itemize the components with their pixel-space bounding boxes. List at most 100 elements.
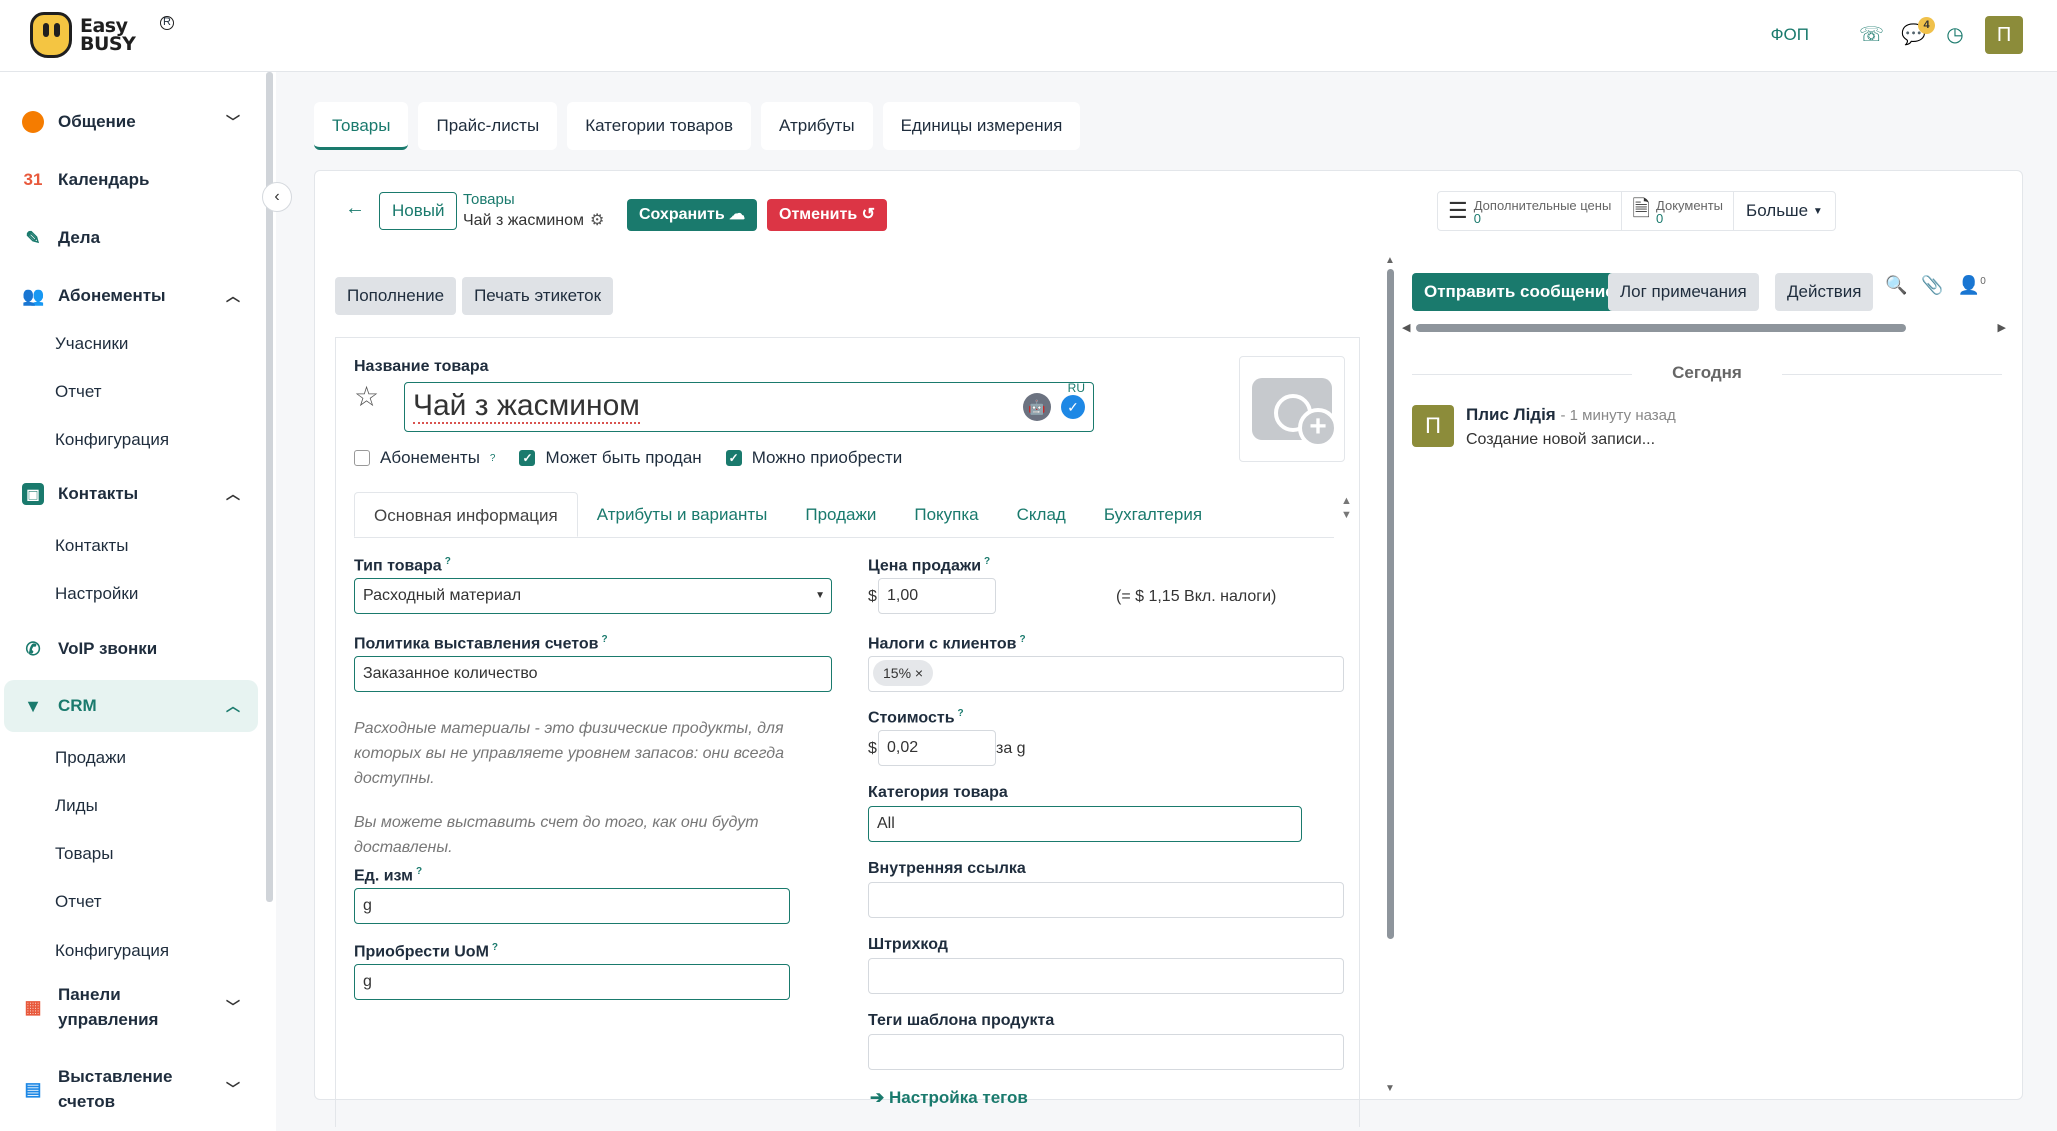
tab-general-info[interactable]: Основная информация: [354, 492, 578, 537]
checkbox-can-be-sold[interactable]: ✓ Может быть продан: [519, 448, 702, 468]
activities-button[interactable]: Действия: [1775, 273, 1874, 311]
messages-icon[interactable]: 💬 4: [1901, 17, 1935, 47]
paperclip-icon[interactable]: 📎: [1921, 275, 1943, 296]
save-button[interactable]: Сохранить ☁: [627, 199, 758, 231]
tab-products[interactable]: Товары: [314, 102, 409, 150]
spellcheck-icon[interactable]: ✓: [1061, 395, 1085, 419]
breadcrumb-products-link[interactable]: Товары: [463, 191, 604, 208]
avatar[interactable]: П: [1412, 405, 1454, 447]
tab-inventory[interactable]: Склад: [998, 492, 1085, 537]
language-indicator[interactable]: RU: [1068, 381, 1085, 395]
sidebar-item-voip[interactable]: ✆ VoIP звонки: [4, 623, 258, 675]
sidebar-subitem-report[interactable]: Отчет: [55, 382, 102, 402]
print-labels-button[interactable]: Печать этикеток: [462, 277, 614, 315]
sidebar-subitem-contacts[interactable]: Контакты: [55, 536, 128, 556]
checkbox-subscriptions[interactable]: Абонементы?: [354, 448, 495, 468]
user-avatar[interactable]: П: [1985, 16, 2023, 54]
sidebar-item-calendar[interactable]: 31 Календарь: [4, 154, 258, 206]
sidebar-subitem-sales[interactable]: Продажи: [55, 748, 126, 768]
sheet-scroll-arrows[interactable]: ▲ ▼: [1341, 494, 1352, 522]
product-tags-input[interactable]: [868, 1034, 1344, 1070]
configure-tags-link[interactable]: ➔ Настройка тегов: [870, 1088, 1028, 1108]
invoice-policy-select[interactable]: Заказанное количество: [354, 656, 832, 692]
control-panel: ← Новый Товары Чай з жасмином ⚙ Сохранить…: [315, 171, 2022, 251]
tab-product-categories[interactable]: Категории товаров: [567, 102, 751, 150]
scroll-left-icon[interactable]: ◀: [1402, 321, 1410, 334]
tab-sales[interactable]: Продажи: [786, 492, 895, 537]
tab-purchase[interactable]: Покупка: [895, 492, 997, 537]
tab-accounting[interactable]: Бухгалтерия: [1085, 492, 1221, 537]
sidebar-subitem-configuration[interactable]: Конфигурация: [55, 430, 169, 450]
tab-pricelists[interactable]: Прайс-листы: [418, 102, 558, 150]
log-note-button[interactable]: Лог примечания: [1608, 273, 1759, 311]
chatter-panel: Отправить сообщение Лог примечания Дейст…: [1400, 251, 2010, 1101]
tab-attributes[interactable]: Атрибуты: [760, 102, 873, 150]
sidebar-item-subscriptions[interactable]: 👥 Абонементы ︿: [4, 270, 258, 322]
cost-input[interactable]: 0,02: [878, 730, 996, 766]
form-scrollbar[interactable]: ▲ ▼: [1385, 255, 1395, 1095]
consumable-help-text: Расходные материалы - это физические про…: [354, 720, 785, 787]
sidebar-subitem-products[interactable]: Товары: [55, 844, 113, 864]
sidebar-item-obshchenie[interactable]: Общение ﹀: [4, 96, 258, 148]
sale-price-input[interactable]: 1,00: [878, 578, 996, 614]
checkbox-box[interactable]: [354, 450, 370, 466]
checkbox-can-be-purchased[interactable]: ✓ Можно приобрести: [725, 448, 902, 468]
checkbox-box[interactable]: ✓: [519, 450, 536, 466]
ai-assistant-icon[interactable]: 🤖: [1023, 393, 1051, 421]
uom-input[interactable]: g: [354, 888, 790, 924]
scroll-down-icon[interactable]: ▼: [1385, 1083, 1395, 1094]
followers-icon[interactable]: 👤0: [1958, 275, 1986, 296]
tab-units-of-measure[interactable]: Единицы измерения: [882, 102, 1081, 150]
sidebar-subitem-participants[interactable]: Учасники: [55, 334, 128, 354]
app-logo[interactable]: Easy BUSY R: [30, 12, 174, 58]
search-icon[interactable]: 🔍: [1885, 275, 1907, 296]
cancel-button[interactable]: Отменить ↺: [767, 199, 888, 231]
internal-ref-input[interactable]: [868, 882, 1344, 918]
gear-icon[interactable]: ⚙: [590, 210, 604, 230]
product-type-select[interactable]: Расходный материал ▼: [354, 578, 832, 614]
users-icon: 👥: [22, 286, 45, 306]
purchase-uom-input[interactable]: g: [354, 964, 790, 1000]
customer-taxes-input[interactable]: 15% ×: [868, 656, 1344, 692]
sidebar-subitem-settings[interactable]: Настройки: [55, 584, 138, 604]
scroll-right-icon[interactable]: ▶: [1998, 321, 2006, 334]
internal-ref-label: Внутренняя ссылка: [868, 860, 1026, 877]
tab-attributes-variants[interactable]: Атрибуты и варианты: [578, 492, 787, 537]
document-icon: 🗎: [1632, 196, 1651, 221]
sidebar-subitem-report[interactable]: Отчет: [55, 892, 102, 912]
send-message-button[interactable]: Отправить сообщение: [1412, 273, 1627, 311]
activity-clock-icon[interactable]: ◷: [1943, 23, 1967, 47]
checkbox-box[interactable]: ✓: [725, 450, 742, 466]
barcode-input[interactable]: [868, 958, 1344, 994]
breadcrumb: Товары Чай з жасмином ⚙: [463, 191, 604, 230]
extra-prices-button[interactable]: ☰ Дополнительные цены 0: [1438, 192, 1623, 230]
product-category-input[interactable]: All: [868, 806, 1302, 842]
product-name-label: Название товара: [354, 358, 489, 375]
product-name-input[interactable]: Чай з жасмином RU 🤖 ✓: [404, 381, 1094, 432]
sidebar-item-contacts[interactable]: ▣ Контакты ︿: [4, 468, 258, 520]
sidebar: ‹ Общение ﹀ 31 Календарь ✎ Дела 👥 Абонем…: [0, 72, 292, 1131]
sidebar-item-tasks[interactable]: ✎ Дела: [4, 212, 258, 264]
back-arrow-icon[interactable]: ←: [345, 197, 365, 220]
messages-badge: 4: [1918, 17, 1935, 34]
message-author[interactable]: Плис Лідія: [1466, 405, 1556, 424]
voip-phone-icon[interactable]: ☏: [1859, 23, 1884, 47]
tax-tag[interactable]: 15% ×: [873, 660, 934, 686]
product-image-upload[interactable]: +: [1239, 356, 1345, 462]
barcode-label: Штрихкод: [868, 936, 948, 953]
sidebar-item-invoicing[interactable]: ▤ Выставление счетов ﹀: [4, 1054, 258, 1124]
documents-button[interactable]: 🗎 Документы 0: [1622, 192, 1735, 230]
remove-tag-icon[interactable]: ×: [915, 665, 923, 681]
company-switcher[interactable]: ФОП: [1771, 25, 1809, 45]
sidebar-item-dashboards[interactable]: ▦ Панели управления ﹀: [4, 972, 258, 1042]
chatter-horizontal-scrollbar[interactable]: ◀ ▶: [1402, 322, 2006, 334]
scroll-up-icon[interactable]: ▲: [1385, 255, 1395, 266]
star-icon[interactable]: ☆: [354, 380, 379, 413]
sidebar-collapse-button[interactable]: ‹: [262, 182, 292, 212]
sidebar-subitem-configuration[interactable]: Конфигурация: [55, 941, 169, 961]
sidebar-subitem-leads[interactable]: Лиды: [55, 796, 98, 816]
sidebar-item-crm[interactable]: ▼ CRM ︿: [4, 680, 258, 732]
new-button[interactable]: Новый: [379, 192, 458, 230]
more-dropdown[interactable]: Больше ▼: [1734, 192, 1835, 230]
replenish-button[interactable]: Пополнение: [335, 277, 457, 315]
